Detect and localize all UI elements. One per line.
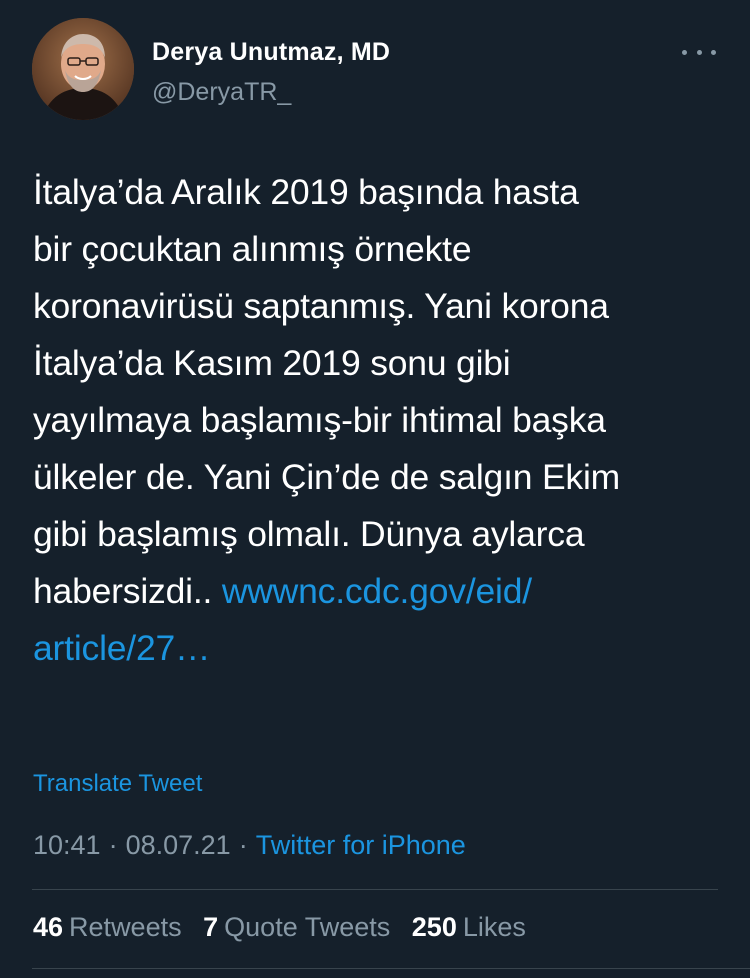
author-name[interactable]: Derya Unutmaz, MD <box>152 38 390 67</box>
divider <box>32 889 718 890</box>
tweet-text-line: gibi başlamış olmalı. Dünya aylarca <box>33 514 585 554</box>
quote-tweets-stat[interactable]: 7 Quote Tweets <box>203 912 390 942</box>
ellipsis-icon <box>682 49 687 55</box>
tweet-time[interactable]: 10:41 <box>33 830 101 860</box>
tweet-date[interactable]: 08.07.21 <box>126 830 231 860</box>
tweet-header: Derya Unutmaz, MD @DeryaTR_ <box>32 18 722 122</box>
likes-count: 250 <box>411 912 457 942</box>
tweet-text-line: ülkeler de. Yani Çin’de de salgın Ekim <box>33 457 621 497</box>
tweet-meta: 10:41 · 08.07.21 · Twitter for iPhone <box>33 830 466 861</box>
meta-separator: · <box>238 830 248 860</box>
ellipsis-icon <box>696 49 702 55</box>
tweet-text-line: İtalya’da Kasım 2019 sonu gibi <box>33 343 511 383</box>
retweets-stat[interactable]: 46 Retweets <box>33 912 182 942</box>
tweet-text-fragment: habersizdi.. <box>33 571 222 611</box>
profile-photo-icon <box>32 18 134 120</box>
tweet-text-line: koronavirüsü saptanmış. Yani korona <box>33 286 609 326</box>
likes-stat[interactable]: 250 Likes <box>412 912 526 942</box>
tweet-text: İtalya’da Aralık 2019 başında hasta bir … <box>33 164 723 677</box>
tweet-text-line: İtalya’da Aralık 2019 başında hasta <box>33 172 579 212</box>
author-handle[interactable]: @DeryaTR_ <box>152 78 291 107</box>
ellipsis-icon <box>711 49 716 55</box>
quote-tweets-count: 7 <box>203 912 219 942</box>
likes-label: Likes <box>462 912 526 942</box>
avatar[interactable] <box>32 18 134 120</box>
tweet-text-line: habersizdi.. wwwnc.cdc.gov/eid/ <box>33 563 723 620</box>
tweet-text-line: bir çocuktan alınmış örnekte <box>33 229 472 269</box>
translate-tweet-link[interactable]: Translate Tweet <box>33 770 202 798</box>
more-options-button[interactable] <box>682 42 716 62</box>
tweet-stats: 46 Retweets 7 Quote Tweets 250 Likes <box>33 912 526 943</box>
retweets-label: Retweets <box>69 912 182 942</box>
retweets-count: 46 <box>33 912 64 942</box>
divider <box>32 968 750 969</box>
article-link[interactable]: wwwnc.cdc.gov/eid/ <box>222 571 532 611</box>
tweet-source-link[interactable]: Twitter for iPhone <box>256 830 466 860</box>
tweet-text-line: article/27… <box>33 620 723 677</box>
tweet-detail: Derya Unutmaz, MD @DeryaTR_ İtalya’da Ar… <box>0 0 750 978</box>
article-link-continued[interactable]: article/27… <box>33 628 211 668</box>
meta-separator: · <box>108 830 118 860</box>
quote-tweets-label: Quote Tweets <box>224 912 391 942</box>
tweet-text-line: yayılmaya başlamış-bir ihtimal başka <box>33 400 606 440</box>
